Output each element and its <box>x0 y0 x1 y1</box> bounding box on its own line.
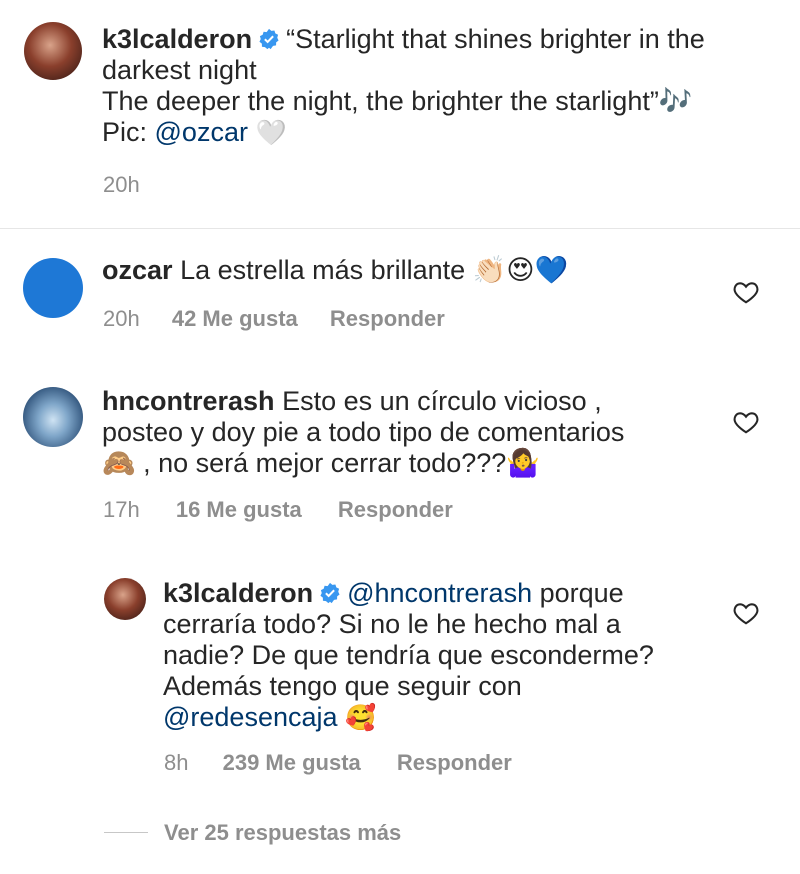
view-more-replies-button[interactable]: Ver 25 respuestas más <box>164 820 401 846</box>
comment-avatar-ozcar[interactable] <box>23 258 83 318</box>
comment-avatar-hncontrerash[interactable] <box>23 387 83 447</box>
heart-icon[interactable] <box>733 601 759 630</box>
caption-avatar[interactable] <box>24 22 82 80</box>
heart-icon[interactable] <box>733 280 759 309</box>
view-more-line <box>104 832 148 833</box>
comment-likes-ozcar[interactable]: 42 Me gusta <box>172 306 298 331</box>
comment-text-hncontrerash: hncontrerash Esto es un círculo vicioso … <box>102 386 722 479</box>
reply-username[interactable]: k3lcalderon <box>163 578 313 608</box>
reply-last-mention[interactable]: @redesencaja <box>163 702 338 732</box>
heart-icon[interactable] <box>733 410 759 439</box>
caption-username[interactable]: k3lcalderon <box>102 24 252 54</box>
comment-text-ozcar: ozcar La estrella más brillante 👏🏻😍💙 <box>102 255 722 286</box>
caption-pic-mention[interactable]: @ozcar <box>155 117 248 147</box>
caption-divider <box>0 228 800 229</box>
caption-line-1: “Starlight that shines brighter in the <box>286 24 705 54</box>
comment-username-hncontrerash[interactable]: hncontrerash <box>102 386 275 416</box>
caption-heart-emoji: 🤍 <box>255 118 287 147</box>
comment-time-hncontrerash: 17h <box>103 497 140 522</box>
comment-line-3-hncontrerash: 🙈 , no será mejor cerrar todo???🤷‍♀️ <box>102 448 540 478</box>
reply-line-3: nadie? De que tendría que esconderme? <box>163 640 654 670</box>
comment-line-1-hncontrerash: Esto es un círculo vicioso , <box>282 386 602 416</box>
reply-line-4: Además tengo que seguir con <box>163 671 522 701</box>
reply-mention[interactable]: @hncontrerash <box>347 578 532 608</box>
comment-reply-button-ozcar[interactable]: Responder <box>330 306 445 331</box>
reply-avatar[interactable] <box>104 578 146 620</box>
comment-time-ozcar: 20h <box>103 306 140 331</box>
comment-line-2-hncontrerash: posteo y doy pie a todo tipo de comentar… <box>102 417 625 447</box>
reply-time: 8h <box>164 750 189 775</box>
reply-meta: 8h 239 Me gusta Responder <box>164 750 512 776</box>
caption-line-3: The deeper the night, the brighter the s… <box>102 86 693 116</box>
caption-line-2: darkest night <box>102 55 257 85</box>
comment-reply-button-hncontrerash[interactable]: Responder <box>338 497 453 522</box>
comment-meta-ozcar: 20h 42 Me gusta Responder <box>103 306 445 332</box>
caption-time: 20h <box>103 172 140 197</box>
comment-meta-hncontrerash: 17h 16 Me gusta Responder <box>103 497 453 523</box>
reply-first-line-rest: porque <box>532 578 624 608</box>
reply-text: k3lcalderon @hncontrerash porque cerraría… <box>163 578 723 733</box>
caption-text: k3lcalderon “Starlight that shines bright… <box>102 24 782 148</box>
verified-badge-icon <box>258 26 280 50</box>
reply-emoji: 🥰 <box>345 703 377 732</box>
reply-likes[interactable]: 239 Me gusta <box>223 750 361 775</box>
comment-username-ozcar[interactable]: ozcar <box>102 255 173 285</box>
comment-body-ozcar: La estrella más brillante 👏🏻😍💙 <box>180 255 569 285</box>
verified-badge-icon <box>319 580 341 604</box>
reply-line-2: cerraría todo? Si no le he hecho mal a <box>163 609 621 639</box>
caption-pic-label: Pic: <box>102 117 155 147</box>
reply-reply-button[interactable]: Responder <box>397 750 512 775</box>
comment-likes-hncontrerash[interactable]: 16 Me gusta <box>176 497 302 522</box>
